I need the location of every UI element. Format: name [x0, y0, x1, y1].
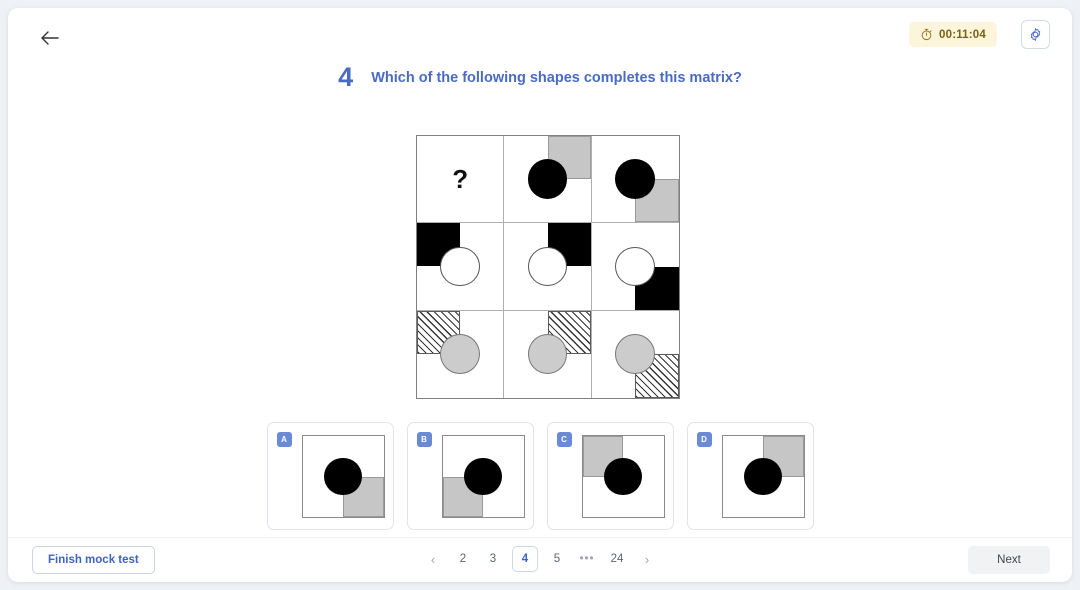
timer-value: 00:11:04 [939, 28, 986, 41]
back-button[interactable] [34, 24, 66, 52]
circle-black [324, 457, 362, 496]
gear-icon [1030, 28, 1041, 41]
missing-cell-placeholder: ? [452, 163, 469, 194]
matrix-puzzle: ? [416, 135, 680, 399]
pagination-page-24[interactable]: 24 [606, 545, 628, 573]
app-footer: Finish mock test ‹ 2 3 4 5 ••• 24 › Next [8, 537, 1072, 582]
circle-black [464, 457, 502, 496]
option-card-c[interactable]: C [546, 422, 674, 530]
matrix-cell-r3c2 [504, 310, 592, 398]
circle-black [744, 457, 782, 496]
option-shape [581, 435, 665, 518]
question-number: 4 [338, 62, 354, 92]
test-window: 00:11:04 4 Which of the following shapes… [8, 8, 1072, 582]
option-card-a[interactable]: A [266, 422, 394, 530]
pagination-ellipsis: ••• [579, 553, 595, 565]
matrix-cell-r1c1: ? [417, 136, 505, 224]
stopwatch-icon [921, 28, 932, 41]
arrow-left-icon [41, 31, 59, 45]
settings-button[interactable] [1021, 20, 1050, 49]
circle-gray [440, 334, 480, 375]
circle-white [527, 246, 568, 287]
option-shape [721, 435, 805, 518]
option-letter-badge: C [556, 432, 572, 447]
pagination: ‹ 2 3 4 5 ••• 24 › [8, 545, 1072, 573]
option-card-b[interactable]: B [406, 422, 534, 530]
matrix-cell-r2c3 [591, 223, 679, 311]
matrix-cell-r1c2 [504, 136, 592, 224]
circle-black [604, 457, 642, 496]
circle-black [527, 159, 568, 199]
matrix-cell-r2c2 [504, 223, 592, 311]
matrix-cell-r3c3 [592, 311, 679, 398]
chevron-left-icon[interactable]: ‹ [422, 545, 444, 573]
circle-gray [527, 334, 568, 375]
chevron-right-icon[interactable]: › [636, 545, 658, 573]
matrix-cell-r1c3 [591, 136, 679, 224]
question-text: Which of the following shapes completes … [371, 69, 742, 86]
timer-badge: 00:11:04 [909, 22, 997, 47]
pagination-page-4[interactable]: 4 [512, 546, 538, 572]
question-header: 4 Which of the following shapes complete… [8, 64, 1072, 91]
app-header: 00:11:04 [8, 8, 1072, 66]
answer-options: A B C D [8, 422, 1072, 530]
matrix-cell-r3c1 [417, 310, 505, 398]
option-letter-badge: B [416, 432, 432, 447]
option-letter-badge: A [276, 432, 292, 447]
pagination-page-3[interactable]: 3 [482, 545, 504, 573]
next-button[interactable]: Next [968, 546, 1050, 574]
pagination-page-2[interactable]: 2 [452, 545, 474, 573]
option-shape [441, 435, 525, 518]
matrix-cell-r2c1 [417, 223, 505, 311]
option-card-d[interactable]: D [686, 422, 814, 530]
option-shape [301, 435, 385, 518]
option-letter-badge: D [696, 432, 712, 447]
circle-white [440, 246, 480, 287]
pagination-page-5[interactable]: 5 [546, 545, 568, 573]
